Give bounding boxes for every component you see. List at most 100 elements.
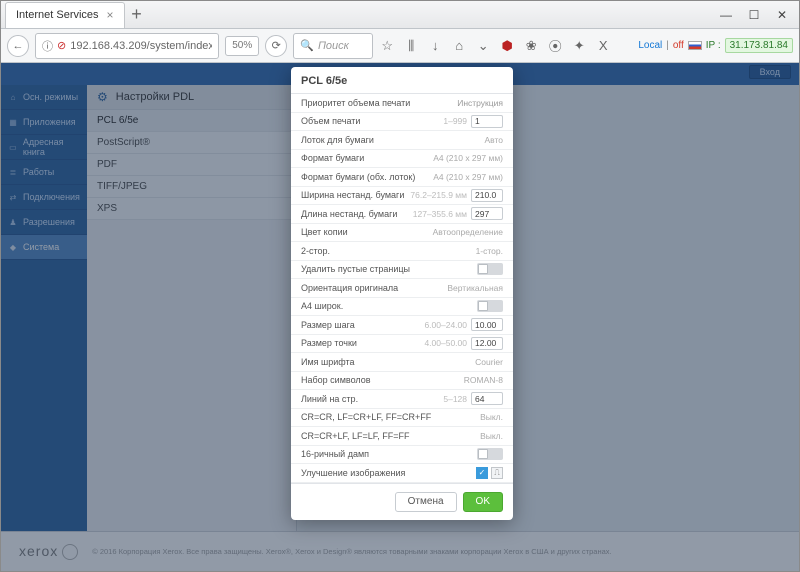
setting-row: Ориентация оригиналаВертикальная xyxy=(291,279,513,298)
setting-input[interactable] xyxy=(471,207,503,220)
setting-label: Набор символов xyxy=(301,375,371,385)
setting-label: CR=CR, LF=CR+LF, FF=CR+FF xyxy=(301,412,431,422)
window-controls: — ☐ ✕ xyxy=(719,8,799,22)
setting-toggle[interactable] xyxy=(477,448,503,460)
setting-row: Улучшение изображения ✓⎍ xyxy=(291,464,513,483)
home-icon[interactable]: ⌂ xyxy=(451,38,467,53)
download-icon[interactable]: ↓ xyxy=(427,38,443,53)
setting-row: CR=CR, LF=CR+LF, FF=CR+FFВыкл. xyxy=(291,409,513,428)
setting-value: 1–999 xyxy=(443,115,503,128)
addon-icon[interactable]: ⦿ xyxy=(547,36,563,55)
setting-input[interactable] xyxy=(471,392,503,405)
setting-label: Ориентация оригинала xyxy=(301,283,398,293)
browser-tabbar: Internet Services × + — ☐ ✕ xyxy=(1,1,799,29)
lock-icon: ⊘ xyxy=(57,39,66,52)
pocket-icon[interactable]: ⌄ xyxy=(475,38,491,54)
setting-toggle[interactable] xyxy=(477,263,503,275)
library-icon[interactable]: ⫼ xyxy=(403,38,419,54)
setting-label: Ширина нестанд. бумаги xyxy=(301,190,404,200)
ublock-icon[interactable]: ⬢ xyxy=(499,38,515,54)
setting-value: ✓⎍ xyxy=(476,467,503,479)
setting-value: Инструкция xyxy=(457,98,503,108)
setting-label: Формат бумаги xyxy=(301,153,364,163)
setting-label: Лоток для бумаги xyxy=(301,135,374,145)
setting-value: Courier xyxy=(475,357,503,367)
pcl-dialog: PCL 6/5e Приоритет объема печатиИнструкц… xyxy=(291,67,513,520)
setting-value: A4 (210 x 297 мм) xyxy=(433,172,503,182)
setting-label: Размер шага xyxy=(301,320,355,330)
new-tab-button[interactable]: + xyxy=(125,3,149,27)
setting-row: Удалить пустые страницы xyxy=(291,261,513,280)
setting-value: ROMAN-8 xyxy=(464,375,503,385)
tab-title: Internet Services xyxy=(16,9,99,21)
setting-value: 6.00–24.00 xyxy=(424,318,503,331)
browser-tab[interactable]: Internet Services × xyxy=(5,2,125,28)
setting-row: Цвет копии Автоопределение xyxy=(291,224,513,243)
setting-label: 2-стор. xyxy=(301,246,330,256)
setting-row: 2-стор.1-стор. xyxy=(291,242,513,261)
setting-row: Набор символов ROMAN-8 xyxy=(291,372,513,391)
extension-icon[interactable]: ❀ xyxy=(523,38,539,54)
setting-input[interactable] xyxy=(471,189,503,202)
browser-toolbar: ← ⓘ ⊘ 50% ⟳ 🔍 Поиск ☆ ⫼ ↓ ⌂ ⌄ ⬢ ❀ ⦿ ✦ X … xyxy=(1,29,799,63)
search-placeholder: Поиск xyxy=(318,40,349,52)
setting-value: Выкл. xyxy=(480,431,503,441)
setting-row: Длина нестанд. бумаги127–355.6 мм xyxy=(291,205,513,224)
enhance-group: ✓⎍ xyxy=(476,467,503,479)
setting-value: 76.2–215.9 мм xyxy=(410,189,503,202)
nav-back-button[interactable]: ← xyxy=(7,35,29,57)
setting-value: A4 (210 x 297 мм) xyxy=(433,153,503,163)
window-maximize-icon[interactable]: ☐ xyxy=(747,8,761,22)
setting-label: Длина нестанд. бумаги xyxy=(301,209,397,219)
setting-value: 4.00–50.00 xyxy=(424,337,503,350)
noscript-icon[interactable]: X xyxy=(595,38,611,53)
ip-label: IP : xyxy=(706,40,721,51)
setting-row: Лоток для бумагиАвто xyxy=(291,131,513,150)
setting-label: Размер точки xyxy=(301,338,357,348)
bookmark-icon[interactable]: ☆ xyxy=(379,38,395,54)
zoom-indicator[interactable]: 50% xyxy=(225,36,259,56)
setting-row: 16-ричный дамп xyxy=(291,446,513,465)
setting-row: Объем печати 1–999 xyxy=(291,113,513,132)
window-minimize-icon[interactable]: — xyxy=(719,8,733,22)
enhance-on[interactable]: ✓ xyxy=(476,467,488,479)
ip-indicator[interactable]: Local | off IP : 31.173.81.84 xyxy=(638,38,793,53)
setting-label: CR=CR+LF, LF=LF, FF=FF xyxy=(301,431,410,441)
setting-row: Приоритет объема печати Инструкция xyxy=(291,94,513,113)
ip-value: 31.173.81.84 xyxy=(725,38,793,53)
setting-row: Формат бумаги (обх. лоток)A4 (210 x 297 … xyxy=(291,168,513,187)
setting-input[interactable] xyxy=(471,318,503,331)
ip-local-label: Local xyxy=(638,40,662,51)
puzzle-icon[interactable]: ✦ xyxy=(571,38,587,54)
info-icon[interactable]: ⓘ xyxy=(42,38,53,54)
setting-value xyxy=(477,448,503,460)
cancel-button[interactable]: Отмена xyxy=(395,492,457,512)
setting-value xyxy=(477,300,503,312)
window-close-icon[interactable]: ✕ xyxy=(775,8,789,22)
page-body: Xerox® WorkCentre® 6515DN MFP Вход ⌂Осн.… xyxy=(1,63,799,571)
setting-label: Объем печати xyxy=(301,116,360,126)
reload-button[interactable]: ⟳ xyxy=(265,35,287,57)
setting-input[interactable] xyxy=(471,337,503,350)
search-box[interactable]: 🔍 Поиск xyxy=(293,33,373,59)
setting-row: Формат бумаги A4 (210 x 297 мм) xyxy=(291,150,513,169)
setting-label: Имя шрифта xyxy=(301,357,355,367)
setting-value: Автоопределение xyxy=(433,227,503,237)
ok-button[interactable]: OK xyxy=(463,492,503,512)
url-box[interactable]: ⓘ ⊘ xyxy=(35,33,219,59)
setting-label: Улучшение изображения xyxy=(301,468,405,478)
setting-label: Приоритет объема печати xyxy=(301,98,410,108)
setting-label: Цвет копии xyxy=(301,227,348,237)
setting-input[interactable] xyxy=(471,115,503,128)
enhance-off[interactable]: ⎍ xyxy=(491,467,503,479)
setting-value: 5–128 xyxy=(443,392,503,405)
search-icon: 🔍 xyxy=(300,39,314,52)
setting-row: Линий на стр.5–128 xyxy=(291,390,513,409)
ip-off-label: off xyxy=(673,40,684,51)
setting-row: Размер шага 6.00–24.00 xyxy=(291,316,513,335)
setting-row: Имя шрифта Courier xyxy=(291,353,513,372)
dialog-settings-list: Приоритет объема печати Инструкция Объем п… xyxy=(291,94,513,483)
tab-close-icon[interactable]: × xyxy=(107,8,114,22)
setting-toggle[interactable] xyxy=(477,300,503,312)
url-input[interactable] xyxy=(70,40,212,52)
